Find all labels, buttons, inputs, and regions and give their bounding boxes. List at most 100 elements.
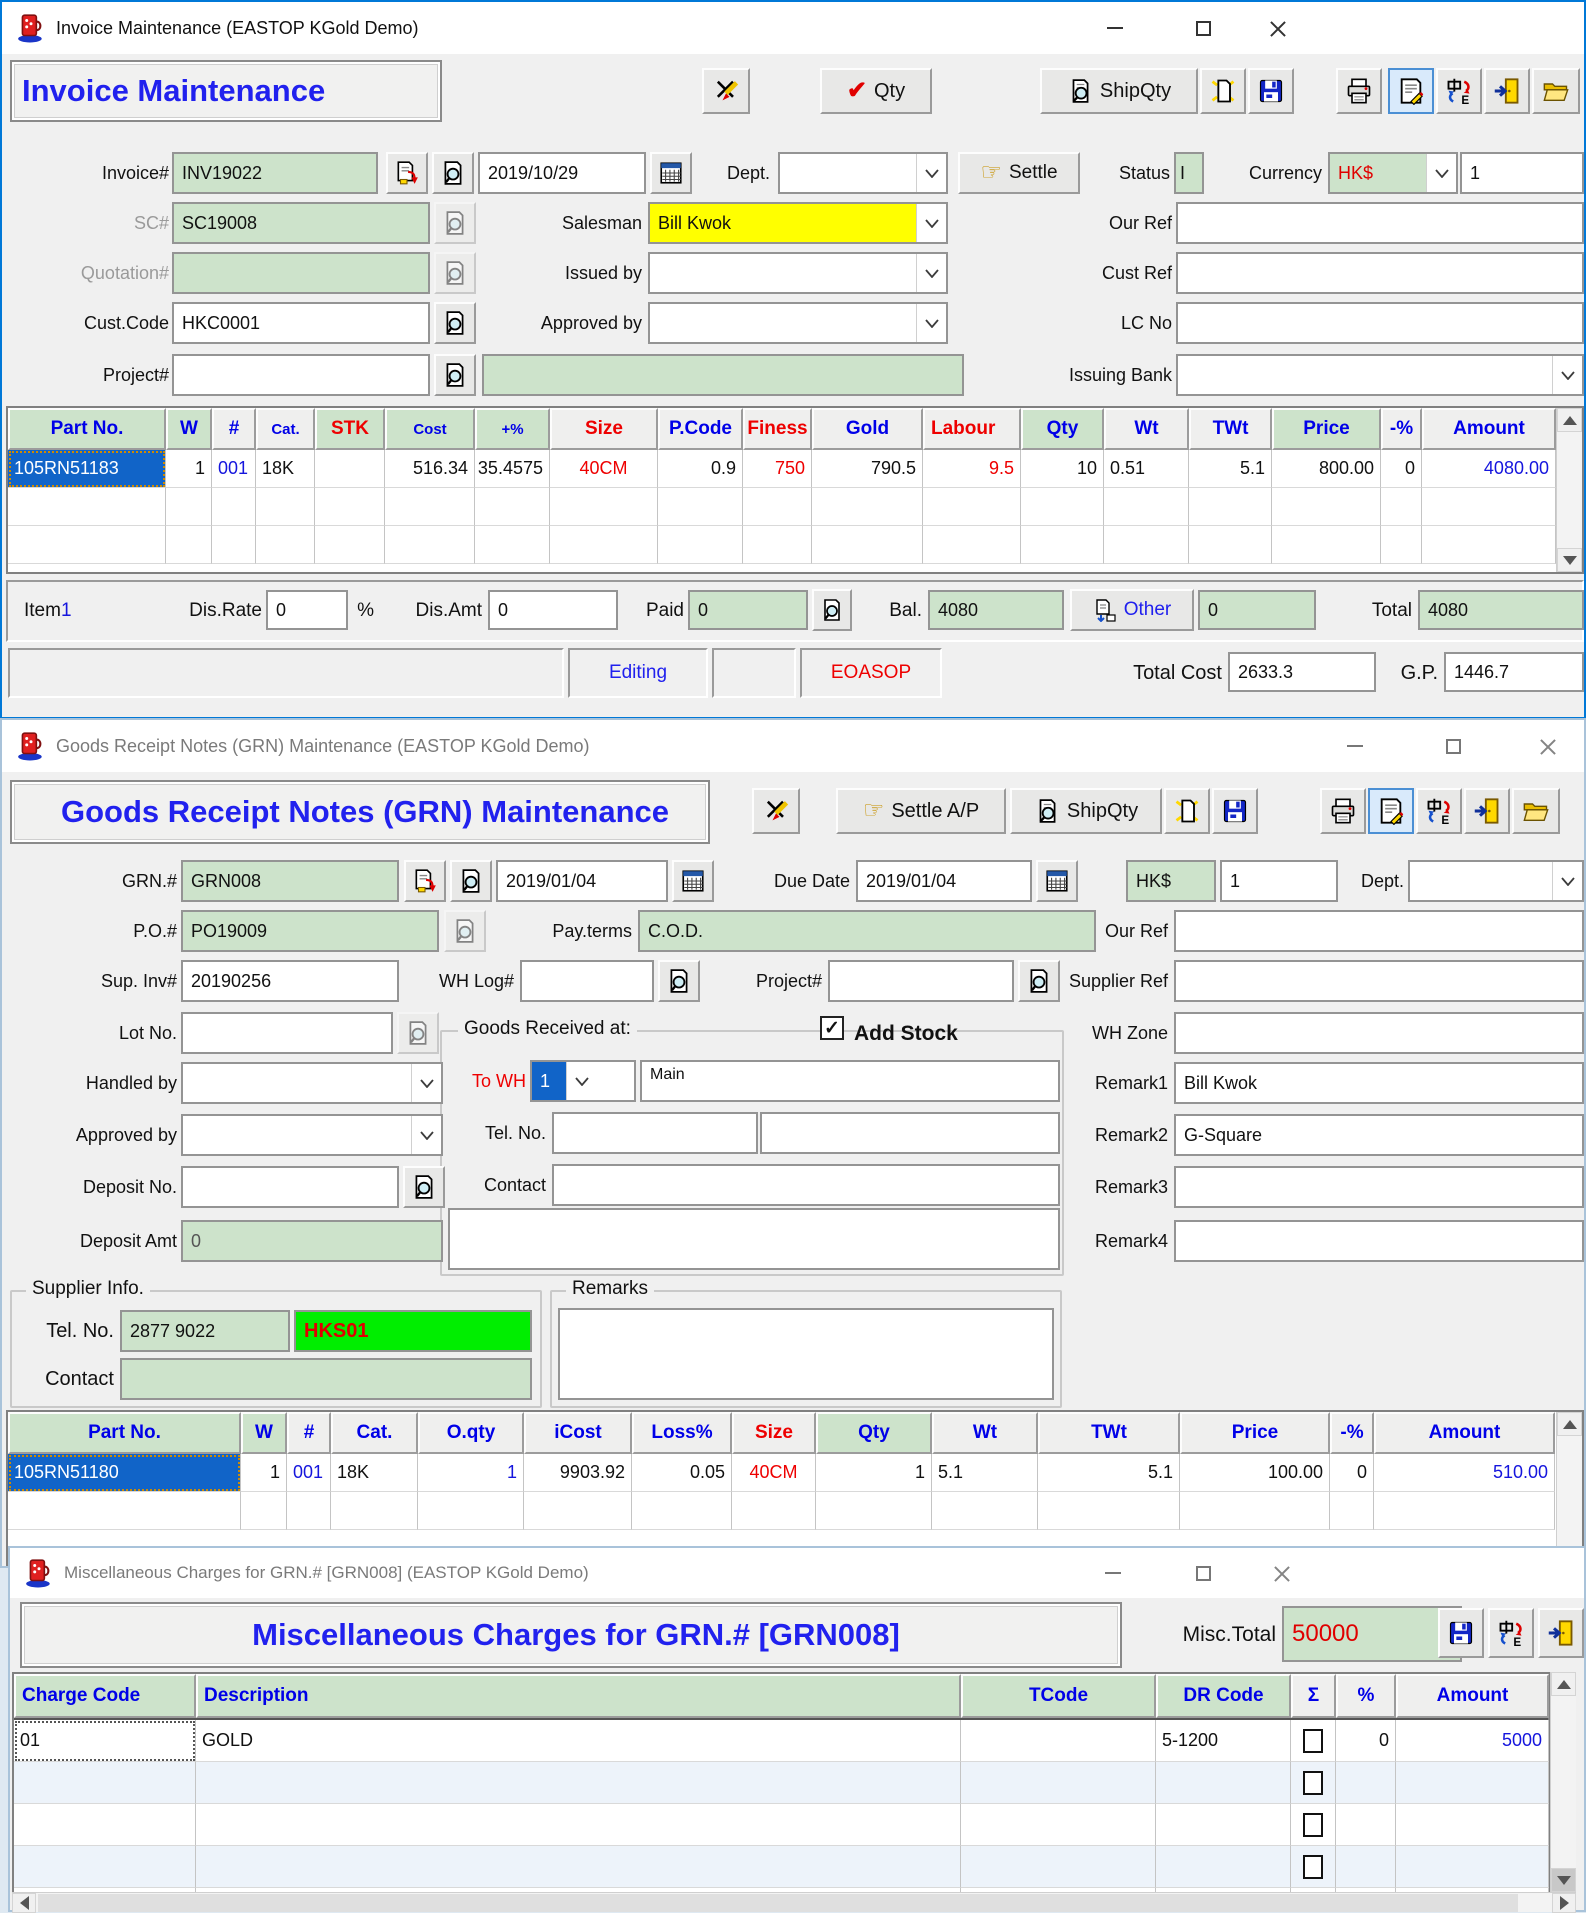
invoice-search-button[interactable] [432,152,474,194]
table-row[interactable] [14,1846,1548,1888]
add-stock-checkbox[interactable]: ✓ [820,1016,844,1040]
wh-log-search-button[interactable] [658,960,700,1002]
sup-inv-field[interactable]: 20190256 [181,960,399,1002]
save-button[interactable] [1438,1608,1484,1658]
to-wh-name-field[interactable]: Main [640,1060,1060,1102]
grn-search-button[interactable] [450,860,492,902]
language-toggle-button[interactable]: E [1488,1608,1534,1658]
chevron-down-icon[interactable] [1552,356,1582,394]
table-row[interactable]: 105RN51183 1 001 18K 516.34 35.4575 40CM… [8,450,1582,488]
chevron-down-icon[interactable] [1552,862,1582,900]
salesman-combo[interactable]: Bill Kwok [648,202,948,244]
calendar-button[interactable] [1036,860,1078,902]
deposit-amt-field[interactable]: 0 [181,1220,443,1262]
exit-button[interactable] [1464,788,1510,834]
chevron-down-icon[interactable] [566,1062,596,1100]
scroll-down-button[interactable] [1557,548,1582,572]
close-button[interactable] [1258,1557,1304,1589]
chevron-down-icon[interactable] [916,304,946,342]
exchange-rate-field[interactable]: 1 [1220,860,1338,902]
chevron-down-icon[interactable] [916,204,946,242]
minimize-button[interactable] [1332,730,1378,762]
chevron-down-icon[interactable] [916,154,946,192]
exit-button[interactable] [1538,1608,1584,1658]
cust-ref-field[interactable] [1176,252,1584,294]
sc-field[interactable]: SC19008 [172,202,430,244]
payterms-field[interactable]: C.O.D. [638,910,1096,952]
post-button[interactable] [404,860,446,902]
wh-log-field[interactable] [520,960,654,1002]
remark3-field[interactable] [1174,1166,1584,1208]
modify-button[interactable] [702,68,750,114]
maximize-button[interactable] [1180,1557,1226,1589]
cust-code-search-button[interactable] [434,302,476,344]
scroll-up-button[interactable] [1557,408,1582,432]
save-button[interactable] [1212,788,1258,834]
remarks-field[interactable] [558,1308,1054,1400]
remark2-field[interactable]: G-Square [1174,1114,1584,1156]
dis-rate-field[interactable]: 0 [266,590,348,630]
tel1-field[interactable] [552,1112,758,1154]
currency-combo[interactable]: HK$ [1328,152,1458,194]
bal-field[interactable]: 4080 [928,590,1064,630]
chevron-down-icon[interactable] [411,1064,441,1102]
supplier-tel-field[interactable]: 2877 9022 [120,1310,290,1352]
dept-combo[interactable] [1408,860,1584,902]
table-row[interactable] [8,526,1582,564]
scroll-left-button[interactable] [12,1893,36,1913]
our-ref-field[interactable] [1174,910,1584,952]
new-button[interactable] [1164,788,1210,834]
supplier-contact-field[interactable] [120,1358,532,1400]
lc-no-field[interactable] [1176,302,1584,344]
other-field[interactable]: 0 [1198,590,1316,630]
language-toggle-button[interactable]: E [1436,68,1482,114]
settle-ap-button[interactable]: ☞ Settle A/P [836,788,1006,834]
wh-zone-field[interactable] [1174,1012,1584,1054]
minimize-button[interactable] [1092,12,1138,44]
open-button[interactable] [1512,788,1560,834]
our-ref-field[interactable] [1176,202,1584,244]
sum-checkbox[interactable] [1303,1855,1323,1879]
grid-hscrollbar[interactable] [12,1892,1576,1912]
gp-field[interactable]: 1446.7 [1444,652,1584,692]
table-row[interactable]: 01 GOLD 5-1200 0 5000 [14,1720,1548,1762]
settle-button[interactable]: ☞ Settle [958,152,1080,194]
language-toggle-button[interactable]: E [1416,788,1462,834]
scroll-down-button[interactable] [1551,1868,1576,1892]
grid-vscrollbar[interactable] [1550,1672,1576,1892]
issued-by-combo[interactable] [648,252,948,294]
table-row[interactable] [14,1804,1548,1846]
save-button[interactable] [1248,68,1294,114]
misc-total-field[interactable]: 50000 [1282,1606,1462,1662]
scroll-up-button[interactable] [1551,1672,1576,1696]
sum-checkbox[interactable] [1303,1729,1323,1753]
open-button[interactable] [1532,68,1580,114]
status-field[interactable]: I [1174,152,1204,194]
remark4-field[interactable] [1174,1220,1584,1262]
dept-combo[interactable] [778,152,948,194]
grn-date-field[interactable]: 2019/01/04 [496,860,668,902]
project-search-button[interactable] [434,354,476,396]
contact-field[interactable] [552,1164,1060,1206]
shipqty-button[interactable]: ShipQty [1040,68,1198,114]
table-row[interactable] [14,1762,1548,1804]
approved-by-combo[interactable] [181,1114,443,1156]
approved-by-combo[interactable] [648,302,948,344]
minimize-button[interactable] [1090,1557,1136,1589]
deposit-search-button[interactable] [403,1166,445,1208]
supplier-ref-field[interactable] [1174,960,1584,1002]
remark1-field[interactable]: Bill Kwok [1174,1062,1584,1104]
supplier-code-field[interactable]: HKS01 [294,1310,532,1352]
tel2-field[interactable] [760,1112,1060,1154]
scroll-thumb[interactable] [38,1894,1518,1912]
chevron-down-icon[interactable] [916,254,946,292]
exit-button[interactable] [1484,68,1530,114]
other-button[interactable]: Other [1070,589,1194,631]
address-field[interactable] [448,1208,1060,1270]
edit-mode-button[interactable] [1388,68,1434,114]
table-row[interactable] [8,1492,1582,1530]
table-row[interactable]: 105RN51180 1 001 18K 1 9903.92 0.05 40CM… [8,1454,1582,1492]
to-wh-combo[interactable]: 1 [530,1060,636,1102]
modify-button[interactable] [752,788,800,834]
deposit-no-field[interactable] [181,1166,399,1208]
